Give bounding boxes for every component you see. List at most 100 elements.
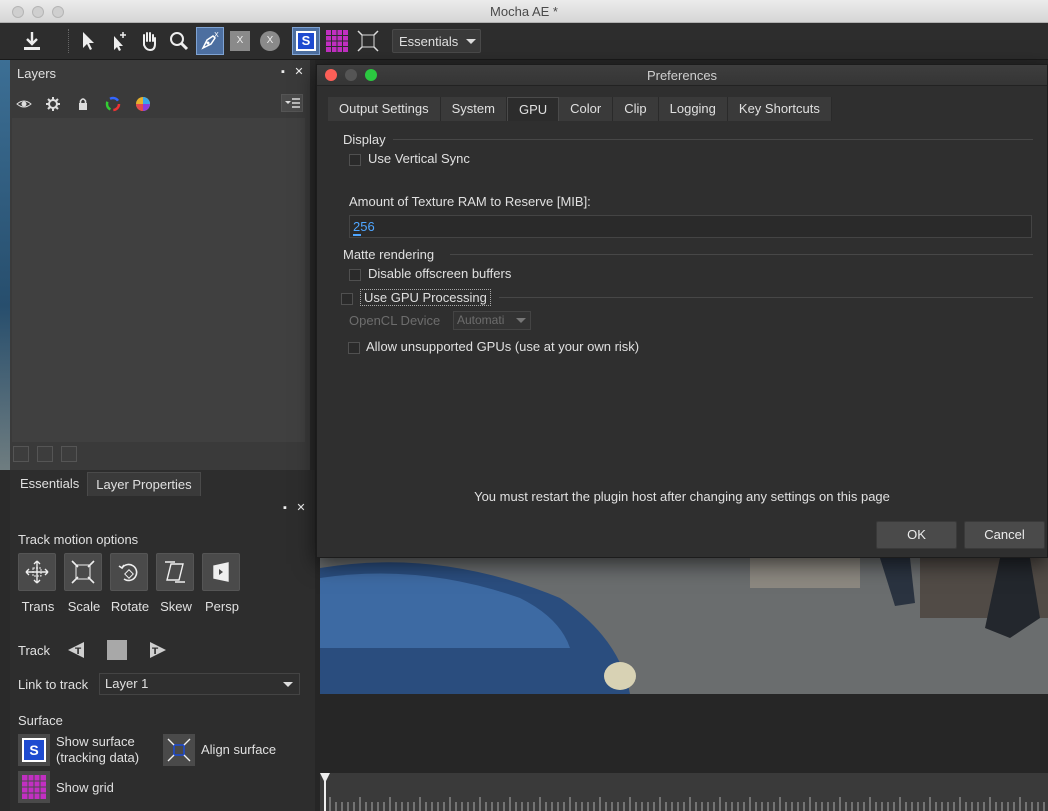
show-surface-label: Show surface bbox=[56, 734, 135, 749]
workspace-dropdown[interactable]: Essentials bbox=[392, 29, 481, 53]
offscreen-label: Disable offscreen buffers bbox=[368, 266, 512, 281]
trans-button[interactable] bbox=[18, 553, 56, 591]
link-to-track-select[interactable]: Layer 1 bbox=[99, 673, 300, 695]
skew-label: Skew bbox=[160, 599, 192, 614]
show-grid-button[interactable] bbox=[18, 771, 50, 803]
tab-color[interactable]: Color bbox=[559, 97, 614, 121]
new-folder-icon[interactable] bbox=[13, 446, 29, 462]
rotate-button[interactable] bbox=[110, 553, 148, 591]
tab-layer-properties[interactable]: Layer Properties bbox=[87, 472, 201, 496]
text-cursor bbox=[353, 234, 361, 236]
add-select-icon[interactable] bbox=[105, 27, 133, 55]
lock-icon[interactable] bbox=[75, 96, 91, 112]
svg-text:T: T bbox=[75, 647, 82, 657]
chevron-down-icon bbox=[516, 318, 526, 323]
tab-logging[interactable]: Logging bbox=[658, 97, 728, 121]
layers-list[interactable] bbox=[12, 118, 305, 442]
dialog-title: Preferences bbox=[646, 68, 718, 83]
tab-output-settings[interactable]: Output Settings bbox=[328, 97, 441, 121]
eye-icon[interactable] bbox=[16, 96, 32, 112]
close-panel-icon[interactable]: ✕ bbox=[293, 66, 305, 78]
layers-panel: Layers ▪ ✕ bbox=[10, 60, 310, 470]
rotate-label: Rotate bbox=[110, 599, 150, 614]
offscreen-checkbox[interactable] bbox=[349, 269, 361, 281]
texture-ram-value: 256 bbox=[353, 219, 375, 234]
surface-icon[interactable]: S bbox=[292, 27, 320, 55]
clip-frame-image bbox=[320, 558, 1048, 694]
close-panel-icon[interactable]: ✕ bbox=[295, 502, 307, 514]
bezier-icon[interactable]: X bbox=[256, 27, 284, 55]
gpu-processing-label: Use GPU Processing bbox=[360, 289, 491, 306]
surface-title: Surface bbox=[18, 713, 63, 728]
unsupported-gpus-checkbox[interactable] bbox=[348, 342, 360, 354]
preferences-tabs: Output Settings System GPU Color Clip Lo… bbox=[328, 97, 832, 121]
layers-menu-button[interactable] bbox=[281, 94, 303, 112]
main-toolbar: X X X S Essentials bbox=[0, 23, 1048, 60]
tab-system[interactable]: System bbox=[440, 97, 507, 121]
trans-label: Trans bbox=[21, 599, 55, 614]
vsync-checkbox[interactable] bbox=[349, 154, 361, 166]
align-icon[interactable] bbox=[354, 27, 382, 55]
display-section-title: Display bbox=[343, 132, 386, 147]
gpu-processing-checkbox[interactable] bbox=[341, 293, 353, 305]
persp-label: Persp bbox=[205, 599, 239, 614]
persp-button[interactable] bbox=[202, 553, 240, 591]
export-icon[interactable] bbox=[18, 27, 46, 55]
show-surface-sublabel: (tracking data) bbox=[56, 750, 140, 765]
vsync-label: Use Vertical Sync bbox=[368, 151, 470, 166]
window-title: Mocha AE * bbox=[490, 4, 558, 19]
pen-icon[interactable]: X bbox=[196, 27, 224, 55]
hand-icon[interactable] bbox=[135, 27, 163, 55]
skew-button[interactable] bbox=[156, 553, 194, 591]
track-forward-button[interactable]: T bbox=[148, 640, 168, 663]
unsupported-gpus-label: Allow unsupported GPUs (use at your own … bbox=[366, 339, 640, 354]
color-ring-icon[interactable] bbox=[105, 96, 121, 112]
opencl-device-label: OpenCL Device bbox=[349, 313, 441, 328]
stop-track-button[interactable] bbox=[107, 640, 127, 660]
track-motion-title: Track motion options bbox=[18, 532, 139, 547]
opencl-device-value: Automati bbox=[457, 313, 505, 327]
window-titlebar: Mocha AE * bbox=[0, 0, 1048, 23]
tab-clip[interactable]: Clip bbox=[613, 97, 659, 121]
desktop-background bbox=[0, 60, 10, 470]
texture-ram-input[interactable]: 256 bbox=[349, 215, 1032, 238]
grid-icon[interactable] bbox=[323, 27, 351, 55]
trash-icon[interactable] bbox=[61, 446, 77, 462]
dialog-titlebar: Preferences bbox=[317, 65, 1047, 86]
tab-gpu[interactable]: GPU bbox=[506, 97, 560, 121]
select-icon[interactable] bbox=[74, 27, 102, 55]
float-panel-icon[interactable]: ▪ bbox=[277, 66, 289, 78]
timeline[interactable] bbox=[320, 773, 1048, 811]
cancel-button[interactable]: Cancel bbox=[964, 521, 1045, 549]
opencl-device-select: Automati bbox=[453, 311, 531, 330]
ok-button[interactable]: OK bbox=[876, 521, 957, 549]
preferences-dialog: Preferences Output Settings System GPU C… bbox=[316, 64, 1048, 558]
matte-section-title: Matte rendering bbox=[343, 247, 435, 262]
timeline-ruler bbox=[320, 773, 1045, 811]
zoom-icon[interactable] bbox=[165, 27, 193, 55]
scale-button[interactable] bbox=[64, 553, 102, 591]
tab-key-shortcuts[interactable]: Key Shortcuts bbox=[727, 97, 832, 121]
section-divider bbox=[450, 254, 1033, 255]
lower-panel-tabs: Essentials Layer Properties bbox=[12, 472, 201, 496]
align-surface-label: Align surface bbox=[201, 742, 277, 757]
essentials-panel: Essentials Layer Properties ▪ ✕ Track mo… bbox=[10, 470, 315, 811]
surface-icon: S bbox=[22, 738, 46, 762]
color-wheel-icon[interactable] bbox=[135, 96, 151, 112]
clip-viewer[interactable] bbox=[320, 558, 1048, 694]
duplicate-layer-icon[interactable] bbox=[37, 446, 53, 462]
align-surface-button[interactable] bbox=[163, 734, 195, 766]
link-to-track-label: Link to track bbox=[18, 677, 89, 692]
gear-icon[interactable] bbox=[45, 96, 61, 112]
tab-essentials[interactable]: Essentials bbox=[12, 472, 87, 496]
section-divider bbox=[499, 297, 1033, 298]
restart-note: You must restart the plugin host after c… bbox=[474, 489, 890, 504]
x-spline-icon[interactable]: X bbox=[226, 27, 254, 55]
track-backward-button[interactable]: T bbox=[66, 640, 86, 663]
workspace-value: Essentials bbox=[399, 33, 459, 49]
scale-label: Scale bbox=[67, 599, 101, 614]
svg-text:X: X bbox=[214, 31, 219, 39]
float-panel-icon[interactable]: ▪ bbox=[279, 502, 291, 514]
link-to-track-value: Layer 1 bbox=[105, 676, 149, 691]
show-surface-button[interactable]: S bbox=[18, 734, 50, 766]
